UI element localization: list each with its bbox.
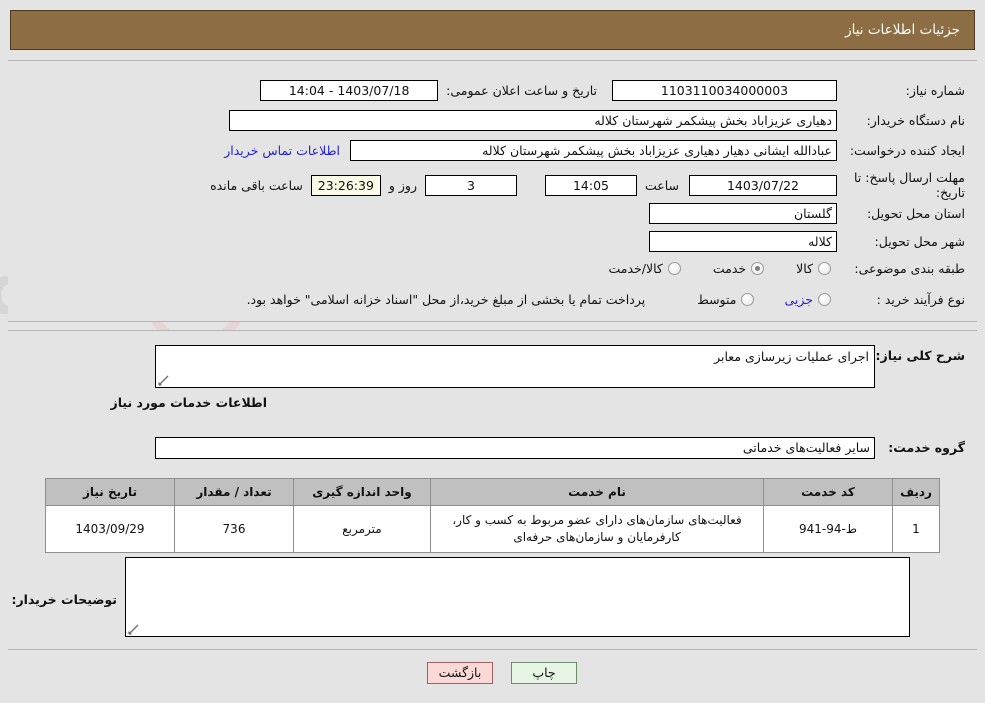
service-group-label: گروه خدمت:: [888, 440, 965, 455]
col-header-code: کد خدمت: [763, 478, 893, 506]
service-group-value: سایر فعالیت‌های خدماتی: [155, 437, 875, 459]
remaining-days-label: روز و: [388, 177, 417, 193]
deadline-date-value: 1403/07/22: [689, 174, 837, 196]
creator-value: عبادالله ایشانی دهیار دهیاری عزیزاباد بخ…: [350, 140, 837, 161]
services-table: ردیف کد خدمت نام خدمت واحد اندازه گیری ت…: [45, 478, 940, 553]
cell-row: 1: [892, 505, 940, 553]
announce-datetime-row: تاریخ و ساعت اعلان عمومی: 1403/07/18 - 1…: [260, 80, 597, 101]
deadline-row: مهلت ارسال پاسخ: تا تاریخ: 1403/07/22 سا…: [210, 170, 965, 200]
general-desc-label: شرح کلی نیاز:: [875, 348, 965, 363]
deadline-label: مهلت ارسال پاسخ: تا تاریخ:: [854, 170, 965, 200]
process-option-motavaset[interactable]: متوسط: [697, 292, 755, 307]
table-header-row: ردیف کد خدمت نام خدمت واحد اندازه گیری ت…: [45, 478, 940, 506]
need-number-value: 1103110034000003: [612, 80, 837, 101]
announce-datetime-label: تاریخ و ساعت اعلان عمومی:: [446, 83, 597, 98]
deadline-hour-label: ساعت: [644, 177, 679, 193]
remaining-time-label: ساعت باقی مانده: [210, 177, 303, 193]
services-section-title: اطلاعات خدمات مورد نیاز: [110, 395, 268, 410]
col-header-date: تاریخ نیاز: [45, 478, 175, 506]
buyer-org-label: نام دستگاه خریدار:: [866, 113, 965, 128]
radio-khedmat-icon[interactable]: [751, 262, 765, 275]
category-option-kala-khedmat[interactable]: کالا/خدمت: [608, 261, 681, 276]
category-row: طبقه بندی موضوعی: کالا خدمت کالا/خدمت: [608, 261, 965, 276]
back-button[interactable]: بازگشت: [427, 662, 493, 684]
process-option-jozii[interactable]: جزیی: [784, 292, 831, 307]
table-row: 1 ط-94-941 فعالیت‌های سازمان‌های دارای ع…: [45, 505, 940, 553]
process-option-jozii-label: جزیی: [784, 292, 813, 307]
tender-detail-page: AriaTender.net جزئیات اطلاعات نیاز شماره…: [0, 0, 985, 703]
radio-motavaset-icon[interactable]: [741, 293, 755, 306]
creator-label: ایجاد کننده درخواست:: [849, 143, 965, 158]
category-option-kala-label: کالا: [796, 261, 813, 276]
col-header-row: ردیف: [892, 478, 940, 506]
need-number-row: شماره نیاز: 1103110034000003: [612, 80, 965, 101]
cell-date: 1403/09/29: [45, 505, 175, 553]
category-option-kala-khedmat-label: کالا/خدمت: [608, 261, 663, 276]
general-desc-textarea[interactable]: اجرای عملیات زیرسازی معابر: [155, 345, 875, 388]
category-option-khedmat[interactable]: خدمت: [712, 261, 765, 276]
radio-kala-khedmat-icon[interactable]: [667, 262, 681, 275]
cell-qty: 736: [174, 505, 294, 553]
page-title-bar: جزئیات اطلاعات نیاز: [10, 10, 975, 50]
process-label: نوع فرآیند خرید :: [876, 292, 965, 307]
remaining-days-value: 3: [424, 174, 517, 196]
city-value: کلاله: [649, 231, 837, 252]
creator-row: ایجاد کننده درخواست: عبادالله ایشانی دهی…: [224, 140, 965, 161]
treasury-note: پرداخت تمام یا بخشی از مبلغ خرید،از محل …: [246, 292, 646, 307]
general-desc-value: اجرای عملیات زیرسازی معابر: [714, 349, 869, 364]
page-title: جزئیات اطلاعات نیاز: [845, 22, 960, 38]
col-header-name: نام خدمت: [430, 478, 764, 506]
buyer-org-value: دهیاری عزیزاباد بخش پیشکمر شهرستان کلاله: [229, 110, 837, 131]
resize-grip-icon[interactable]: [158, 375, 169, 386]
province-value: گلستان: [649, 203, 837, 224]
cell-name: فعالیت‌های سازمان‌های دارای عضو مربوط به…: [430, 505, 764, 553]
category-option-khedmat-label: خدمت: [712, 261, 747, 276]
col-header-unit: واحد اندازه گیری: [293, 478, 431, 506]
city-row: شهر محل تحویل: کلاله: [649, 231, 965, 252]
buyer-notes-textarea[interactable]: [125, 557, 910, 637]
need-number-label: شماره نیاز:: [905, 83, 965, 98]
province-row: استان محل تحویل: گلستان: [649, 203, 965, 224]
announce-datetime-value: 1403/07/18 - 14:04: [260, 80, 439, 101]
category-label: طبقه بندی موضوعی:: [854, 261, 965, 276]
radio-kala-icon[interactable]: [818, 262, 831, 275]
radio-jozii-icon[interactable]: [818, 293, 831, 306]
process-option-motavaset-label: متوسط: [697, 292, 737, 307]
deadline-hour-value: 14:05: [544, 174, 637, 196]
buyer-notes-label: توضیحات خریدار:: [11, 592, 117, 607]
process-row: نوع فرآیند خرید : جزیی متوسط پرداخت تمام…: [247, 292, 965, 307]
resize-grip-icon-notes[interactable]: [128, 624, 139, 635]
cell-code: ط-94-941: [763, 505, 893, 553]
print-button[interactable]: چاپ: [511, 662, 577, 684]
remaining-time-value: 23:26:39: [310, 174, 381, 196]
province-label: استان محل تحویل:: [866, 206, 965, 221]
cell-unit: مترمربع: [293, 505, 431, 553]
buyer-contact-link[interactable]: اطلاعات تماس خریدار: [224, 143, 340, 158]
col-header-qty: تعداد / مقدار: [174, 478, 294, 506]
category-option-kala[interactable]: کالا: [796, 261, 831, 276]
buyer-org-row: نام دستگاه خریدار: دهیاری عزیزاباد بخش پ…: [229, 110, 965, 131]
city-label: شهر محل تحویل:: [874, 234, 965, 249]
